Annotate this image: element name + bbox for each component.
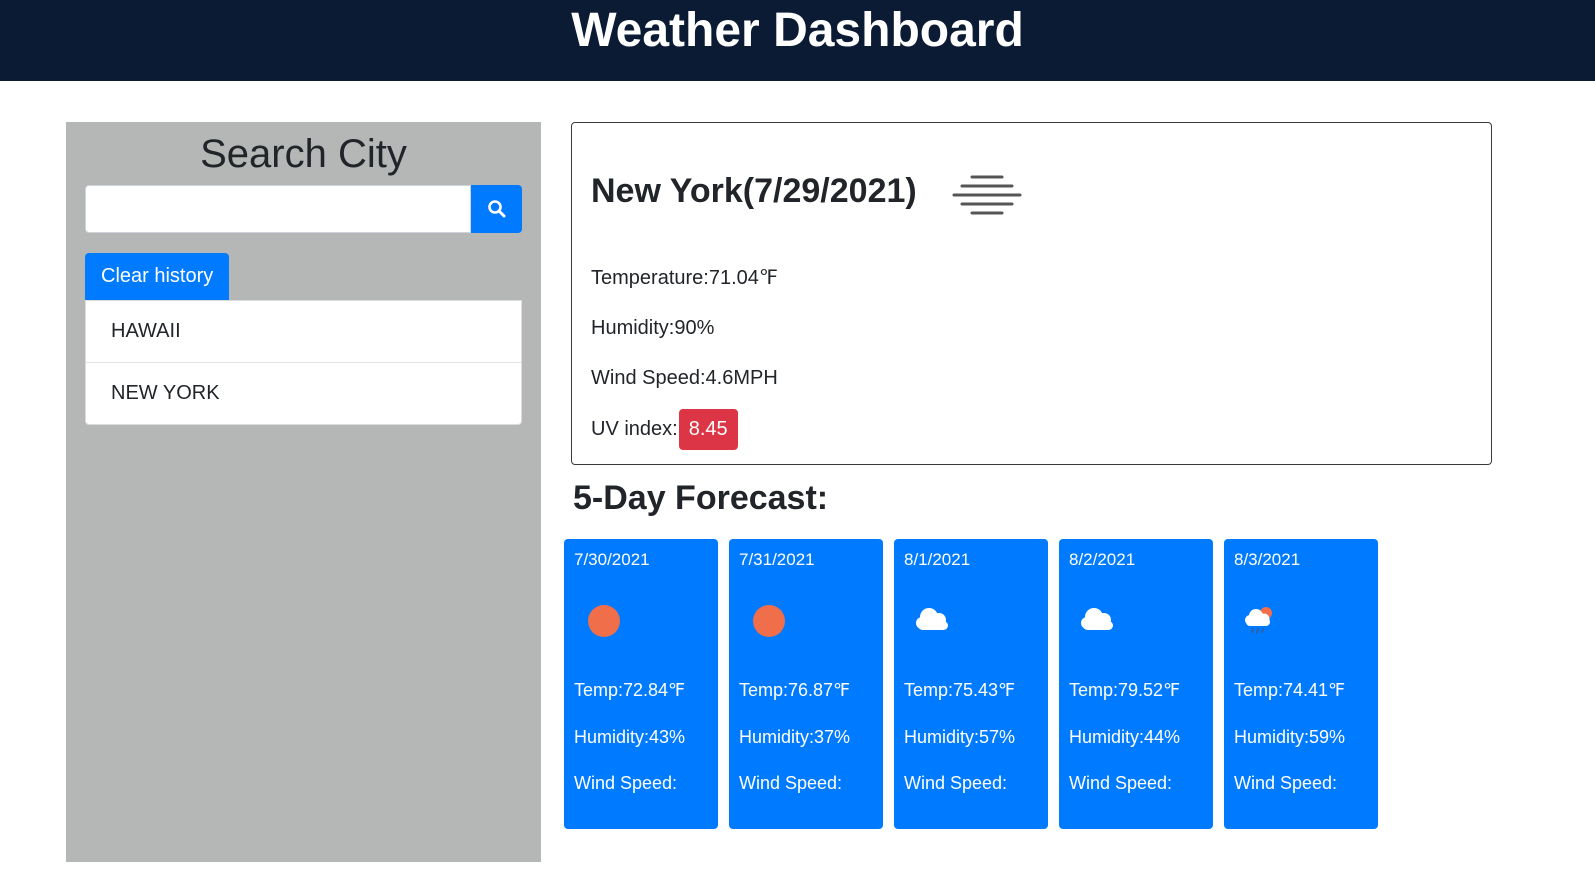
current-temperature: Temperature:71.04℉ <box>591 267 778 289</box>
forecast-card: 7/30/2021 Temp:72.84℉ Humidity:43% Wind … <box>564 539 718 829</box>
cloud-icon <box>916 608 948 630</box>
sun-icon <box>753 605 785 637</box>
forecast-title: 5-Day Forecast: <box>573 479 829 517</box>
clear-history-button[interactable]: Clear history <box>85 253 230 300</box>
current-uv-row: UV index: 8.45 <box>591 409 738 450</box>
forecast-row: 7/30/2021 Temp:72.84℉ Humidity:43% Wind … <box>564 539 1378 829</box>
rain-sun-icon <box>1245 607 1272 634</box>
forecast-date: 8/3/2021 <box>1234 550 1301 569</box>
forecast-card: 7/31/2021 Temp:76.87℉ Humidity:37% Wind … <box>729 539 883 829</box>
forecast-humidity: Humidity:37% <box>739 727 851 747</box>
forecast-temp: Temp:75.43℉ <box>904 680 1016 700</box>
forecast-temp: Temp:79.52℉ <box>1069 680 1181 700</box>
sun-icon <box>588 605 620 637</box>
search-history-list: HAWAII NEW YORK <box>85 300 522 425</box>
current-city-title: New York(7/29/2021) <box>591 172 917 210</box>
forecast-wind: Wind Speed: <box>1069 773 1173 793</box>
forecast-temp: Temp:72.84℉ <box>574 680 686 700</box>
current-weather-card: New York(7/29/2021) Temperature:71.04℉ H… <box>571 122 1492 465</box>
forecast-date: 8/1/2021 <box>904 550 971 569</box>
forecast-card: 8/2/2021 Temp:79.52℉ Humidity:44% Wind S… <box>1059 539 1213 829</box>
search-heading: Search City <box>200 132 407 176</box>
forecast-date: 7/30/2021 <box>574 550 650 569</box>
history-item-hawaii[interactable]: HAWAII <box>86 301 521 363</box>
search-input[interactable] <box>85 185 471 233</box>
history-item-new-york[interactable]: NEW YORK <box>86 363 521 424</box>
forecast-wind: Wind Speed: <box>574 773 678 793</box>
forecast-temp: Temp:74.41℉ <box>1234 680 1346 700</box>
search-button[interactable] <box>471 185 522 233</box>
forecast-humidity: Humidity:44% <box>1069 727 1181 747</box>
page-title: Weather Dashboard <box>571 3 1024 57</box>
cloud-icon <box>1081 608 1113 630</box>
forecast-card: 8/1/2021 Temp:75.43℉ Humidity:57% Wind S… <box>894 539 1048 829</box>
search-icon <box>487 200 505 218</box>
current-wind-speed: Wind Speed:4.6MPH <box>591 367 778 389</box>
forecast-humidity: Humidity:59% <box>1234 727 1346 747</box>
forecast-date: 7/31/2021 <box>739 550 815 569</box>
uv-index-badge: 8.45 <box>678 409 738 450</box>
forecast-temp: Temp:76.87℉ <box>739 680 851 700</box>
forecast-card: 8/3/2021 Temp:74.41℉ Humidity:59% Wind S… <box>1224 539 1378 829</box>
forecast-date: 8/2/2021 <box>1069 550 1136 569</box>
current-humidity: Humidity:90% <box>591 317 715 339</box>
forecast-wind: Wind Speed: <box>904 773 1008 793</box>
uv-label: UV index: <box>591 417 678 440</box>
search-bar <box>85 185 522 233</box>
forecast-humidity: Humidity:57% <box>904 727 1016 747</box>
forecast-humidity: Humidity:43% <box>574 727 686 747</box>
mist-icon <box>952 175 1022 215</box>
forecast-wind: Wind Speed: <box>1234 773 1338 793</box>
page-header: Weather Dashboard <box>0 0 1595 81</box>
search-sidebar: Search City Clear history HAWAII NEW YOR… <box>66 122 541 862</box>
forecast-wind: Wind Speed: <box>739 773 843 793</box>
